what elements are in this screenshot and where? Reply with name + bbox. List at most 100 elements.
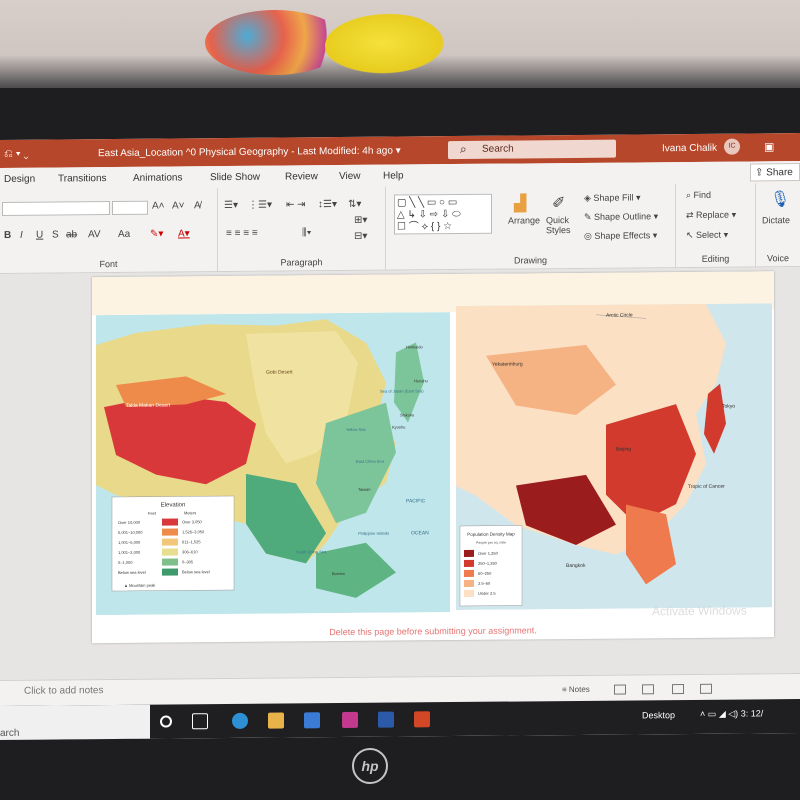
- density-legend-swatch: [464, 579, 474, 587]
- volume-icon[interactable]: ◁): [728, 709, 738, 719]
- wifi-icon[interactable]: ◢: [719, 709, 726, 719]
- clock-time[interactable]: 3:: [741, 708, 749, 718]
- slide-canvas[interactable]: Takla Makan Desert Gobi Desert Yellow Se…: [92, 271, 774, 644]
- legend-feet-value: 1,001–2,000: [118, 550, 141, 555]
- change-case-button[interactable]: Aa: [118, 229, 130, 240]
- legend-swatch: [162, 558, 178, 566]
- tab-transitions[interactable]: Transitions: [58, 173, 107, 184]
- underline-button[interactable]: U: [36, 230, 43, 241]
- cortana-icon[interactable]: [160, 715, 172, 728]
- colorful-toy: [205, 10, 345, 75]
- density-legend-label: 250–1,250: [478, 561, 498, 566]
- desk-background: [0, 0, 800, 92]
- search-box[interactable]: ⌕ Search: [448, 139, 616, 160]
- align-buttons-icon[interactable]: ≡ ≡ ≡ ≡: [226, 228, 258, 239]
- taskbar-search[interactable]: arch: [0, 704, 150, 740]
- notes-toggle[interactable]: ≡ Notes: [562, 685, 590, 694]
- density-legend-label: Under 2.5: [478, 591, 496, 596]
- slide-sorter-icon[interactable]: [642, 684, 654, 695]
- edge-icon[interactable]: [232, 712, 248, 729]
- clock-date[interactable]: 12/: [751, 708, 764, 718]
- label-gobi: Gobi Desert: [266, 369, 293, 375]
- density-legend-label: 60–250: [478, 571, 492, 576]
- shadow-button[interactable]: S: [52, 229, 59, 240]
- line-spacing-icon[interactable]: ↕☰▾: [318, 199, 337, 210]
- label-beijing: Beijing: [616, 446, 631, 452]
- numbering-icon[interactable]: ⋮☰▾: [248, 200, 272, 211]
- columns-icon[interactable]: ⫼▾: [302, 227, 311, 238]
- strikethrough-icon[interactable]: ab: [66, 229, 77, 240]
- tab-animations[interactable]: Animations: [133, 172, 182, 183]
- select-button[interactable]: ↖ Select ▾: [686, 230, 728, 241]
- network-icon[interactable]: ▭: [708, 709, 717, 719]
- share-button[interactable]: ⇪ Share: [750, 163, 800, 182]
- font-color-icon[interactable]: A▾: [178, 228, 190, 239]
- char-spacing-button[interactable]: AV: [88, 229, 101, 240]
- label-yellow-sea: Yellow Sea: [346, 427, 366, 432]
- microphone-icon[interactable]: 🎙: [770, 189, 790, 209]
- word-icon[interactable]: [378, 711, 394, 728]
- avatar[interactable]: IC: [724, 138, 740, 155]
- shape-effects-button[interactable]: ◎ Shape Effects ▾: [584, 230, 657, 242]
- legend-mountain-peak: ▲ Mountain peak: [124, 583, 155, 588]
- tab-review[interactable]: Review: [285, 171, 318, 182]
- slideshow-view-icon[interactable]: [700, 683, 712, 694]
- legend-feet-value: 1,001–5,000: [118, 540, 141, 545]
- tab-design[interactable]: Design: [4, 174, 35, 185]
- align-text-icon[interactable]: ⊞▾: [354, 215, 367, 226]
- density-legend-title: Population Density Map: [467, 532, 515, 537]
- indent-icons[interactable]: ⇤ ⇥: [286, 199, 306, 210]
- bullets-icon[interactable]: ☰▾: [224, 200, 238, 211]
- teams-icon[interactable]: [342, 711, 358, 729]
- chevron-up-icon[interactable]: ˄: [700, 709, 705, 719]
- highlight-icon[interactable]: ✎▾: [150, 229, 163, 240]
- legend-swatch: [162, 568, 178, 576]
- shape-outline-label: Shape Outline: [594, 211, 652, 222]
- bold-button[interactable]: B: [4, 230, 11, 241]
- shape-outline-button[interactable]: ✎ Shape Outline ▾: [584, 211, 658, 223]
- tab-view[interactable]: View: [339, 171, 361, 182]
- effects-icon: ◎: [584, 230, 595, 241]
- shape-fill-button[interactable]: ◈ Shape Fill ▾: [584, 192, 640, 203]
- file-explorer-icon[interactable]: [268, 712, 284, 729]
- restore-window-icon[interactable]: ▣: [764, 140, 774, 153]
- legend-meters-value: 611–1,525: [182, 539, 201, 544]
- user-name[interactable]: Ivana Chalik: [662, 143, 717, 154]
- font-size-field[interactable]: [112, 200, 148, 216]
- smartart-icon[interactable]: ⊟▾: [354, 231, 367, 242]
- legend-meters-value: Below sea level: [182, 569, 210, 574]
- desktop-toolbar[interactable]: Desktop: [642, 710, 675, 720]
- find-button[interactable]: ⌕ Find: [686, 190, 711, 201]
- normal-view-icon[interactable]: [614, 684, 626, 695]
- replace-button[interactable]: ⇄ Replace ▾: [686, 210, 736, 221]
- clear-format-icon[interactable]: A̸: [194, 200, 201, 211]
- reading-view-icon[interactable]: [672, 684, 684, 695]
- dictate-button[interactable]: Dictate: [762, 215, 790, 225]
- arrange-button[interactable]: Arrange: [508, 215, 540, 225]
- legend-feet-value: Over 10,000: [118, 520, 141, 525]
- text-direction-icon[interactable]: ⇅▾: [348, 199, 361, 210]
- tab-help[interactable]: Help: [383, 170, 404, 181]
- taskbar-search-text: arch: [0, 727, 20, 739]
- shapes-gallery[interactable]: ▢ ╲ ╲ ▭ ○ ▭ △ ↳ ⇩ ⇨ ⇩ ⬭ ☐ ⌒ ⟡ { } ☆: [394, 193, 492, 235]
- slide-note: Delete this page before submitting your …: [329, 625, 537, 638]
- voice-group-label: Voice: [766, 253, 790, 264]
- tab-slide-show[interactable]: Slide Show: [210, 172, 260, 183]
- quick-access-toolbar[interactable]: ⎌ ▾ ⌄: [4, 148, 29, 161]
- italic-button[interactable]: I: [20, 230, 23, 241]
- drawing-group-label: Drawing: [513, 255, 547, 266]
- arrange-icon[interactable]: ▟: [514, 193, 526, 213]
- density-legend-swatch: [464, 569, 474, 577]
- grow-font-button[interactable]: A˄: [152, 201, 165, 212]
- activate-windows-watermark: Activate Windows: [652, 603, 747, 619]
- share-icon: ⇪: [755, 167, 764, 179]
- font-name-field[interactable]: [2, 201, 110, 216]
- quick-styles-button[interactable]: Quick Styles: [546, 215, 580, 235]
- label-pacific: PACIFIC: [406, 498, 426, 504]
- task-view-icon[interactable]: [192, 713, 208, 730]
- store-icon[interactable]: [304, 712, 320, 729]
- powerpoint-icon[interactable]: [414, 711, 430, 728]
- quick-styles-icon[interactable]: ✐: [552, 193, 565, 213]
- shrink-font-button[interactable]: A˅: [172, 200, 185, 211]
- last-modified[interactable]: - Last Modified: 4h ago ▾: [291, 146, 401, 158]
